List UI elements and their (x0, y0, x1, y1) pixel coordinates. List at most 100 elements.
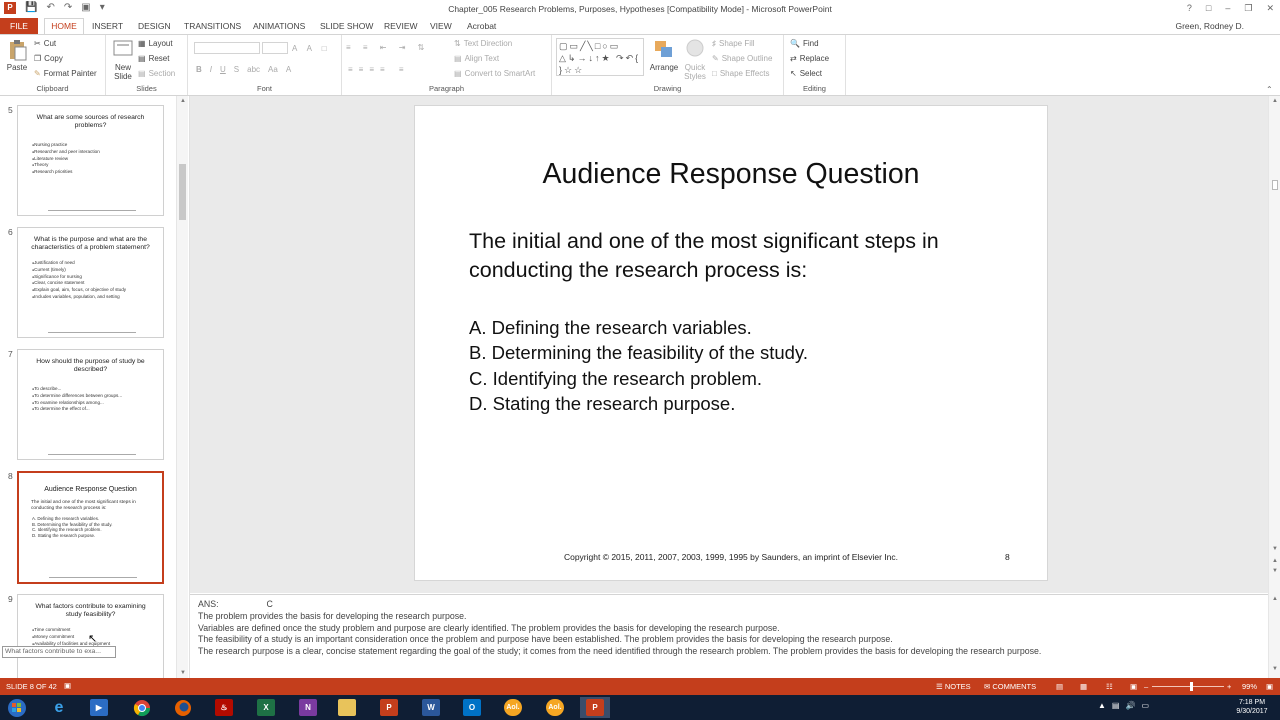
answer-list[interactable]: A. Defining the research variables. B. D… (469, 315, 808, 416)
system-clock[interactable]: 7:18 PM 9/30/2017 (1226, 698, 1278, 716)
close-icon[interactable]: ✕ (1266, 3, 1274, 14)
firefox-icon[interactable] (168, 697, 198, 718)
slide-question[interactable]: The initial and one of the most signific… (469, 227, 1009, 285)
section-button[interactable]: ▤ Section (138, 69, 175, 78)
slide-thumbnail-7[interactable]: How should the purpose of study be descr… (17, 349, 164, 460)
media-player-icon[interactable]: ▶ (84, 697, 114, 718)
new-slide-button[interactable]: New Slide (110, 39, 136, 81)
next-slide-icon[interactable]: ▼ (1272, 568, 1278, 574)
slide-thumbnail-6[interactable]: What is the purpose and what are the cha… (17, 227, 164, 338)
file-explorer-icon[interactable] (332, 697, 362, 718)
tab-file[interactable]: FILE (0, 18, 38, 34)
tab-home[interactable]: HOME (44, 18, 84, 34)
comments-toggle[interactable]: ✉ COMMENTS (984, 682, 1036, 691)
scroll-down-icon[interactable]: ▼ (1272, 546, 1278, 552)
slide-thumbnail-5[interactable]: What are some sources of research proble… (17, 105, 164, 216)
thumbnail-scrollbar[interactable]: ▲ ▼ (176, 96, 188, 678)
current-slide[interactable]: Audience Response Question The initial a… (414, 105, 1048, 581)
zoom-slider-knob[interactable] (1190, 682, 1193, 691)
layout-button[interactable]: ▦ Layout (138, 39, 173, 48)
reset-button[interactable]: ▤ Reset (138, 54, 169, 63)
tab-design[interactable]: DESIGN (138, 21, 171, 31)
help-icon[interactable]: ? (1187, 3, 1192, 14)
zoom-level[interactable]: 99% (1242, 682, 1257, 691)
shape-fill-button[interactable]: ♯ Shape Fill (712, 39, 755, 48)
network-icon[interactable]: ▤ (1112, 701, 1120, 710)
scrollbar-thumb[interactable] (179, 164, 186, 220)
scroll-down-icon[interactable]: ▼ (180, 670, 186, 676)
shape-effects-button[interactable]: □ Shape Effects (712, 69, 770, 78)
arrange-button[interactable]: Arrange (648, 39, 680, 72)
shape-outline-button[interactable]: ✎ Shape Outline (712, 54, 772, 63)
cut-button[interactable]: ✂ Cut (34, 39, 56, 48)
acrobat-icon[interactable]: ♨ (209, 697, 239, 718)
slideshow-view-icon[interactable]: ▣ (1130, 682, 1137, 691)
tab-transitions[interactable]: TRANSITIONS (184, 21, 241, 31)
strikethrough-button[interactable]: S (234, 65, 239, 74)
spell-check-icon[interactable]: ▣ (64, 681, 71, 690)
tab-slide-show[interactable]: SLIDE SHOW (320, 21, 373, 31)
convert-smartart-button[interactable]: ▤ Convert to SmartArt (454, 69, 535, 78)
scrollbar-thumb[interactable] (1272, 180, 1278, 190)
tab-review[interactable]: REVIEW (384, 21, 418, 31)
text-direction-button[interactable]: ⇅ Text Direction (454, 39, 512, 48)
powerpoint-active-icon[interactable]: P (580, 697, 610, 718)
character-spacing-button[interactable]: abc (247, 65, 260, 74)
copy-button[interactable]: ❐ Copy (34, 54, 63, 63)
battery-icon[interactable]: ▭ (1141, 701, 1149, 710)
volume-icon[interactable]: 🔊 (1125, 701, 1135, 710)
scroll-up-icon[interactable]: ▲ (180, 98, 186, 104)
tray-expand-icon[interactable]: ▲ (1098, 701, 1106, 710)
align-text-button[interactable]: ▤ Align Text (454, 54, 499, 63)
scroll-up-icon[interactable]: ▲ (1272, 98, 1278, 104)
zoom-in-icon[interactable]: + (1227, 682, 1231, 691)
tab-view[interactable]: VIEW (430, 21, 452, 31)
notes-scroll-down-icon[interactable]: ▼ (1272, 666, 1278, 672)
notes-scroll-up-icon[interactable]: ▲ (1272, 596, 1278, 602)
bold-button[interactable]: B (196, 65, 202, 74)
user-name[interactable]: Green, Rodney D. (1175, 21, 1244, 31)
reading-view-icon[interactable]: ☷ (1106, 682, 1113, 691)
slide-title[interactable]: Audience Response Question (415, 158, 1047, 191)
chrome-icon[interactable] (127, 697, 157, 718)
aol-icon[interactable]: Aol. (540, 697, 570, 718)
underline-button[interactable]: U (220, 65, 226, 74)
collapse-ribbon-icon[interactable]: ⌃ (1266, 85, 1273, 94)
font-family-combo[interactable] (194, 42, 260, 54)
excel-icon[interactable]: X (251, 697, 281, 718)
change-case-button[interactable]: Aa (268, 65, 278, 74)
minimize-icon[interactable]: – (1225, 3, 1230, 14)
format-painter-button[interactable]: ✎ Format Painter (34, 69, 97, 78)
notes-toggle[interactable]: ☰ NOTES (936, 682, 971, 691)
italic-button[interactable]: I (210, 65, 212, 74)
font-size-combo[interactable] (262, 42, 288, 54)
tab-insert[interactable]: INSERT (92, 21, 123, 31)
slide-thumbnail-8-selected[interactable]: Audience Response Question The initial a… (17, 471, 164, 584)
select-button[interactable]: ↖ Select (790, 69, 822, 78)
restore-icon[interactable]: ❐ (1244, 3, 1252, 14)
internet-explorer-icon[interactable]: e (44, 697, 74, 718)
find-button[interactable]: 🔍 Find (790, 39, 819, 48)
normal-view-icon[interactable]: ▤ (1056, 682, 1063, 691)
outlook-icon[interactable]: O (457, 697, 487, 718)
zoom-slider[interactable] (1152, 682, 1224, 691)
replace-button[interactable]: ⇄ Replace (790, 54, 829, 63)
slide-sorter-icon[interactable]: ▦ (1080, 682, 1087, 691)
font-color-button[interactable]: A (286, 65, 291, 74)
previous-slide-icon[interactable]: ▲ (1272, 558, 1278, 564)
quick-styles-button[interactable]: Quick Styles (680, 39, 710, 81)
tab-acrobat[interactable]: Acrobat (467, 21, 496, 31)
paste-button[interactable]: Paste (4, 39, 30, 72)
tab-animations[interactable]: ANIMATIONS (253, 21, 305, 31)
ribbon-display-options-icon[interactable]: □ (1206, 3, 1211, 14)
zoom-out-icon[interactable]: – (1144, 682, 1148, 691)
editor-scrollbar[interactable]: ▲ ▼ ▲ ▼ ▲ ▼ (1268, 96, 1280, 678)
notes-pane[interactable]: ANS: C The problem provides the basis for… (190, 594, 1268, 678)
onenote-icon[interactable]: N (293, 697, 323, 718)
shapes-gallery[interactable]: ▢▭╱╲□○▭ △↳→↓↑★ ↷↶{ }☆☆ (556, 38, 644, 76)
fit-slide-icon[interactable]: ▣ (1266, 682, 1273, 691)
aol-icon[interactable]: Aol. (498, 697, 528, 718)
word-icon[interactable]: W (416, 697, 446, 718)
powerpoint-icon[interactable]: P (374, 697, 404, 718)
start-button[interactable] (2, 697, 32, 718)
